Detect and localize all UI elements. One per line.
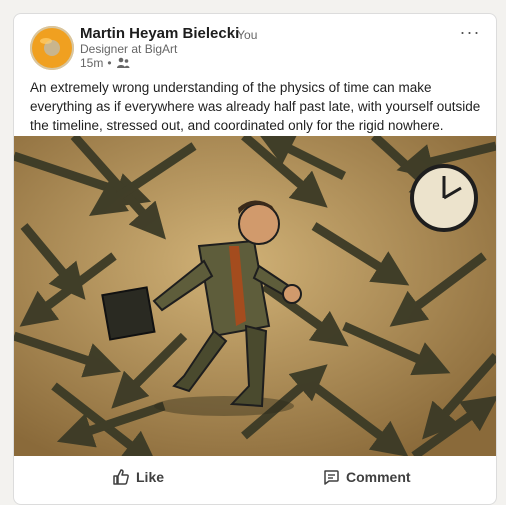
author-name[interactable]: Martin Heyam Bielecki	[80, 25, 239, 42]
clock-icon	[410, 164, 478, 232]
comment-icon	[324, 470, 339, 485]
like-button[interactable]: Like	[112, 468, 164, 486]
connections-icon	[116, 57, 130, 68]
thumbs-up-icon	[113, 469, 129, 485]
more-options-button[interactable]: ···	[458, 22, 482, 42]
meta-separator: •	[107, 56, 112, 70]
avatar-image	[30, 26, 74, 70]
ellipsis-icon: ···	[459, 21, 481, 42]
post-text: An extremely wrong understanding of the …	[30, 80, 481, 133]
author-headline: Designer at BigArt	[80, 42, 178, 56]
post-card: Martin Heyam Bielecki · You Designer at …	[13, 13, 497, 505]
like-label: Like	[136, 469, 165, 485]
post-meta: 15m •	[80, 56, 130, 70]
post-actions: Like Comment	[14, 460, 496, 496]
comment-button[interactable]: Comment	[322, 468, 411, 486]
avatar[interactable]	[30, 26, 74, 70]
you-tag: · You	[230, 28, 258, 42]
comment-label: Comment	[346, 469, 411, 485]
post-image[interactable]	[14, 136, 496, 456]
post-time: 15m	[80, 56, 104, 70]
